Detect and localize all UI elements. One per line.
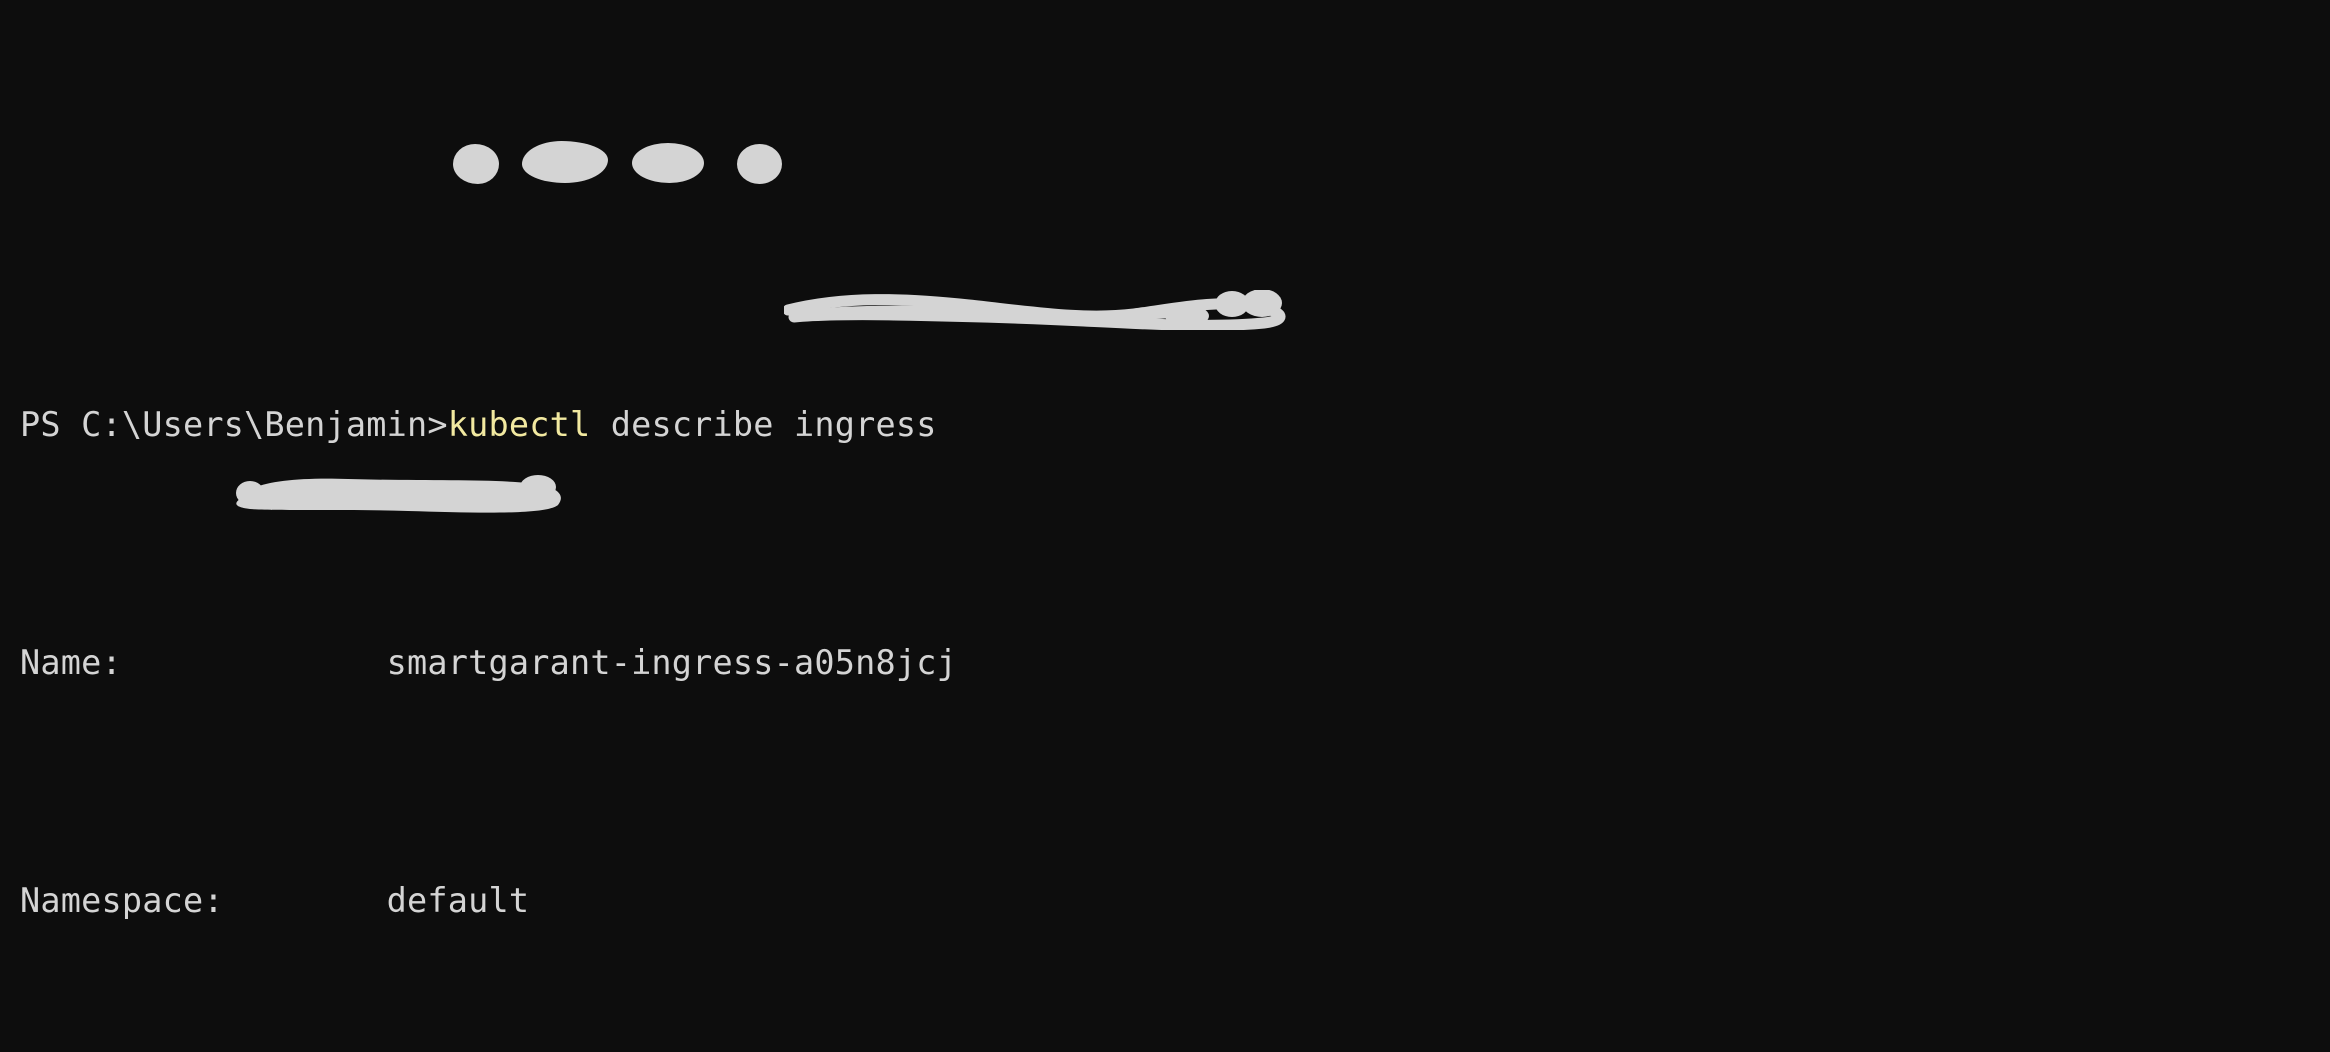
redaction-blob-address-octet-3: [632, 143, 704, 183]
output-line-namespace: Namespace: default: [20, 877, 1955, 925]
redaction-blob-address-octet-4: [737, 144, 782, 184]
redaction-blob-address-octet-1: [453, 144, 499, 184]
namespace-label: Namespace:: [20, 881, 224, 921]
namespace-spacer: [224, 881, 387, 920]
terminal-window[interactable]: PS C:\Users\Benjamin>kubectl describe in…: [0, 0, 2330, 1052]
command-keyword: kubectl: [447, 405, 591, 445]
namespace-value: default: [386, 881, 530, 921]
name-label: Name:: [20, 643, 122, 683]
command-arguments: describe ingress: [590, 405, 937, 445]
name-value: smartgarant-ingress-a05n8jcj: [386, 643, 957, 683]
command-line[interactable]: PS C:\Users\Benjamin>kubectl describe in…: [20, 401, 1955, 449]
console-output: PS C:\Users\Benjamin>kubectl describe in…: [20, 0, 1955, 1052]
output-line-name: Name: smartgarant-ingress-a05n8jcj: [20, 639, 1955, 687]
shell-prompt: PS C:\Users\Benjamin>: [20, 405, 448, 445]
redaction-blob-rule-host: [228, 473, 573, 517]
previous-line-clipped: [20, 163, 1955, 211]
name-spacer: [122, 643, 387, 682]
redaction-scribble-tls-domain: [784, 290, 1294, 330]
